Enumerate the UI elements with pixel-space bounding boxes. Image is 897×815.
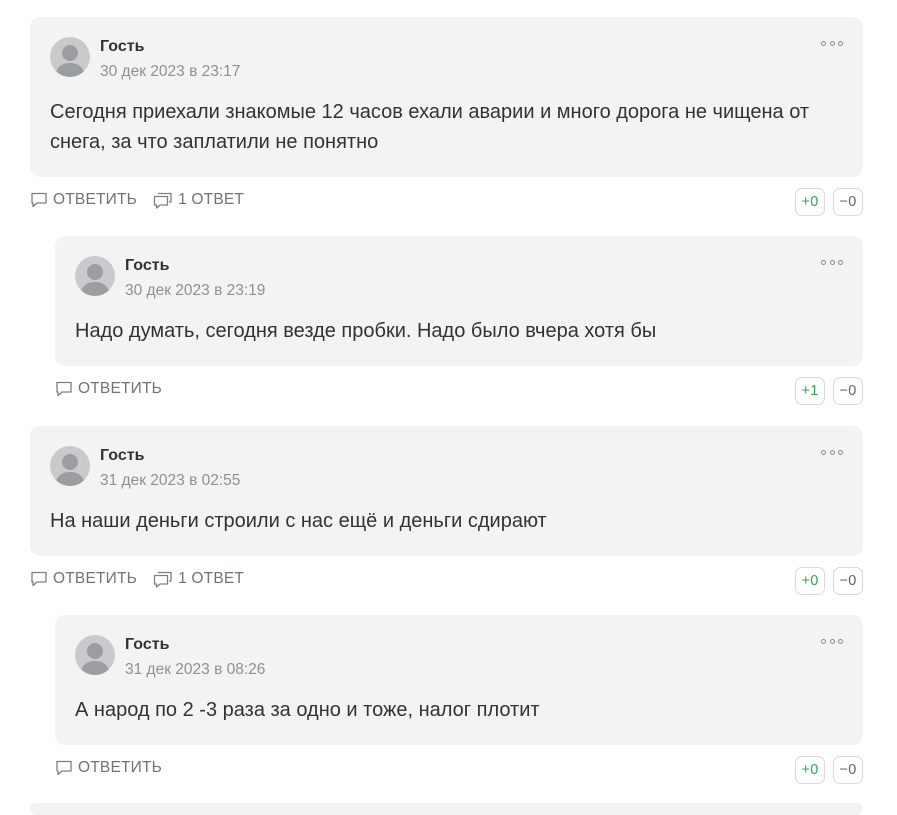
reply-button[interactable]: ОТВЕТИТЬ xyxy=(55,759,162,777)
upvote-button[interactable]: +0 xyxy=(795,188,825,216)
downvote-button[interactable]: −0 xyxy=(833,188,863,216)
downvote-button[interactable]: −0 xyxy=(833,567,863,595)
comment-item: Гость 30 дек 2023 в 23:17 Сегодня приеха… xyxy=(30,17,863,216)
comment-card: Гость 30 дек 2023 в 23:19 Надо думать, с… xyxy=(55,236,863,366)
comment-actions: ОТВЕТИТЬ 1 ОТВЕТ +0 −0 xyxy=(30,564,863,595)
upvote-button[interactable]: +0 xyxy=(795,567,825,595)
comment-text: Сегодня приехали знакомые 12 часов ехали… xyxy=(50,101,815,153)
comment-author[interactable]: Гость xyxy=(125,256,265,276)
comment-date[interactable]: 31 дек 2023 в 08:26 xyxy=(125,659,265,681)
speech-bubble-icon xyxy=(56,381,72,397)
avatar[interactable] xyxy=(50,37,90,77)
replies-count-label: 1 ОТВЕТ xyxy=(178,191,245,208)
comment-reply-item: Гость 31 дек 2023 в 08:26 А народ по 2 -… xyxy=(55,615,863,784)
user-silhouette-icon xyxy=(80,264,110,296)
vote-controls: +0 −0 xyxy=(795,567,863,595)
comment-date[interactable]: 30 дек 2023 в 23:17 xyxy=(100,61,240,83)
comment-date[interactable]: 31 дек 2023 в 02:55 xyxy=(100,470,240,492)
reply-button[interactable]: ОТВЕТИТЬ xyxy=(30,570,137,588)
comment-card: Гость 30 дек 2023 в 23:17 Сегодня приеха… xyxy=(30,17,863,177)
reply-label: ОТВЕТИТЬ xyxy=(78,380,163,397)
next-comment-card-edge xyxy=(30,803,863,815)
upvote-button[interactable]: +0 xyxy=(795,756,825,784)
comment-header: Гость 31 дек 2023 в 08:26 xyxy=(75,635,843,679)
comment-reply-item: Гость 30 дек 2023 в 23:19 Надо думать, с… xyxy=(55,236,863,405)
reply-button[interactable]: ОТВЕТИТЬ xyxy=(30,191,137,209)
speech-bubble-icon xyxy=(56,760,72,776)
reply-label: ОТВЕТИТЬ xyxy=(53,570,138,587)
replies-count-label: 1 ОТВЕТ xyxy=(178,570,245,587)
user-silhouette-icon xyxy=(55,454,85,486)
comment-card: Гость 31 дек 2023 в 02:55 На наши деньги… xyxy=(30,426,863,556)
comment-card: Гость 31 дек 2023 в 08:26 А народ по 2 -… xyxy=(55,615,863,745)
downvote-button[interactable]: −0 xyxy=(833,756,863,784)
comment-header: Гость 30 дек 2023 в 23:19 xyxy=(75,256,843,300)
vote-controls: +0 −0 xyxy=(795,188,863,216)
more-dots-icon[interactable] xyxy=(821,635,843,647)
double-speech-bubble-icon xyxy=(153,571,172,588)
comment-header: Гость 30 дек 2023 в 23:17 xyxy=(50,37,843,81)
comment-author[interactable]: Гость xyxy=(125,635,265,655)
avatar[interactable] xyxy=(50,446,90,486)
double-speech-bubble-icon xyxy=(153,192,172,209)
user-silhouette-icon xyxy=(55,45,85,77)
upvote-button[interactable]: +1 xyxy=(795,377,825,405)
reply-button[interactable]: ОТВЕТИТЬ xyxy=(55,380,162,398)
replies-toggle-button[interactable]: 1 ОТВЕТ xyxy=(153,570,244,588)
comment-item: Гость 31 дек 2023 в 02:55 На наши деньги… xyxy=(30,426,863,595)
replies-toggle-button[interactable]: 1 ОТВЕТ xyxy=(153,191,244,209)
more-dots-icon[interactable] xyxy=(821,37,843,49)
comment-actions: ОТВЕТИТЬ +1 −0 xyxy=(55,374,863,405)
reply-label: ОТВЕТИТЬ xyxy=(78,759,163,776)
speech-bubble-icon xyxy=(31,571,47,587)
more-dots-icon[interactable] xyxy=(821,446,843,458)
comment-text: На наши деньги строили с нас ещё и деньг… xyxy=(50,510,547,532)
vote-controls: +1 −0 xyxy=(795,377,863,405)
comment-date[interactable]: 30 дек 2023 в 23:19 xyxy=(125,280,265,302)
comment-header: Гость 31 дек 2023 в 02:55 xyxy=(50,446,843,490)
user-silhouette-icon xyxy=(80,643,110,675)
comment-actions: ОТВЕТИТЬ +0 −0 xyxy=(55,753,863,784)
more-dots-icon[interactable] xyxy=(821,256,843,268)
speech-bubble-icon xyxy=(31,192,47,208)
avatar[interactable] xyxy=(75,256,115,296)
comment-text: А народ по 2 -3 раза за одно и тоже, нал… xyxy=(75,699,540,721)
comment-author[interactable]: Гость xyxy=(100,37,240,57)
vote-controls: +0 −0 xyxy=(795,756,863,784)
avatar[interactable] xyxy=(75,635,115,675)
comment-author[interactable]: Гость xyxy=(100,446,240,466)
comment-actions: ОТВЕТИТЬ 1 ОТВЕТ +0 −0 xyxy=(30,185,863,216)
comment-text: Надо думать, сегодня везде пробки. Надо … xyxy=(75,320,657,342)
reply-label: ОТВЕТИТЬ xyxy=(53,191,138,208)
downvote-button[interactable]: −0 xyxy=(833,377,863,405)
